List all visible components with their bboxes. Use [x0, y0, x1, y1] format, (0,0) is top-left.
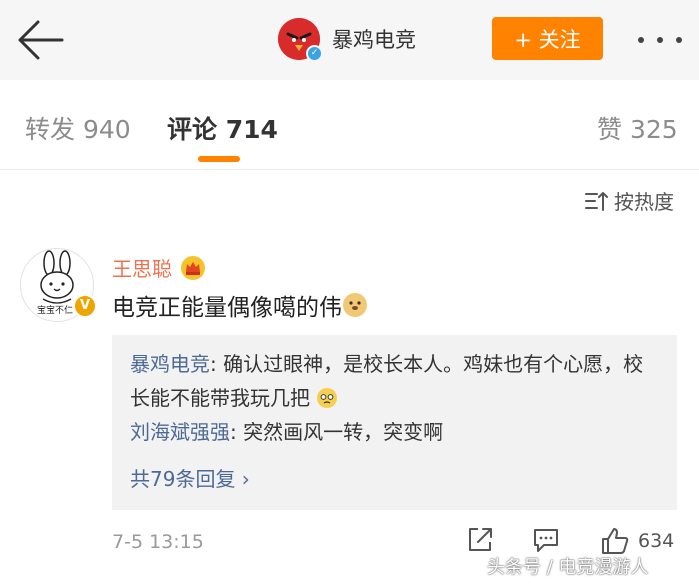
pleading-emoji-icon: [317, 388, 338, 408]
author-header[interactable]: ✓ 暴鸡电竞: [278, 17, 416, 62]
reply-username[interactable]: 暴鸡电竞: [130, 352, 210, 376]
username-text: 王思聪: [112, 257, 172, 281]
tab-bar: 转发 940 评论 714 赞 325: [0, 80, 699, 170]
reply-item: 暴鸡电竞: 确认过眼神，是校长本人。鸡妹也有个心愿，校长能不能带我玩几把: [130, 347, 659, 415]
like-button[interactable]: 634: [600, 526, 674, 556]
reply-item: 刘海斌强强: 突然画风一转，突变啊: [130, 415, 659, 449]
thumbs-up-icon: [602, 528, 629, 554]
doge-emoji-icon: [343, 293, 367, 317]
avatar-caption: 宝宝不仁: [37, 306, 74, 316]
crown-badge-icon: [181, 255, 205, 280]
comment-timestamp: 7-5 13:15: [112, 531, 204, 553]
sort-by-heat-button[interactable]: 按热度: [584, 186, 674, 215]
more-dots-icon[interactable]: [638, 30, 682, 50]
back-button[interactable]: [14, 18, 66, 62]
verified-orange-icon: V: [73, 294, 97, 318]
tab-repost[interactable]: 转发 940: [25, 110, 131, 146]
sort-label: 按热度: [614, 190, 674, 214]
reply-username[interactable]: 刘海斌强强: [130, 420, 230, 444]
author-avatar[interactable]: ✓: [278, 18, 323, 62]
verified-icon: ✓: [306, 45, 323, 62]
reply-box: 暴鸡电竞: 确认过眼神，是校长本人。鸡妹也有个心愿，校长能不能带我玩几把 刘海斌…: [112, 335, 677, 510]
share-icon: [469, 528, 492, 551]
back-arrow-icon: [18, 20, 64, 60]
like-count: 634: [638, 530, 675, 552]
tab-comment[interactable]: 评论 714: [167, 110, 278, 146]
follow-button[interactable]: + 关注: [492, 17, 603, 60]
comment-text: 电竞正能量偶像噶的伟: [112, 295, 342, 321]
active-tab-indicator: [198, 156, 240, 162]
sort-icon: [585, 191, 608, 211]
author-name: 暴鸡电竞: [332, 28, 416, 52]
comment-body: 电竞正能量偶像噶的伟: [112, 288, 368, 322]
reply-text: : 突然画风一转，突变啊: [230, 420, 444, 444]
top-bar: ✓ 暴鸡电竞 + 关注: [0, 0, 699, 80]
commenter-username[interactable]: 王思聪: [112, 253, 206, 282]
comment-icon: [534, 529, 558, 552]
tab-like[interactable]: 赞 325: [597, 110, 678, 146]
view-all-replies-link[interactable]: 共79条回复 ›: [130, 463, 250, 492]
watermark: 头条号 / 电竞漫游人: [487, 557, 649, 578]
